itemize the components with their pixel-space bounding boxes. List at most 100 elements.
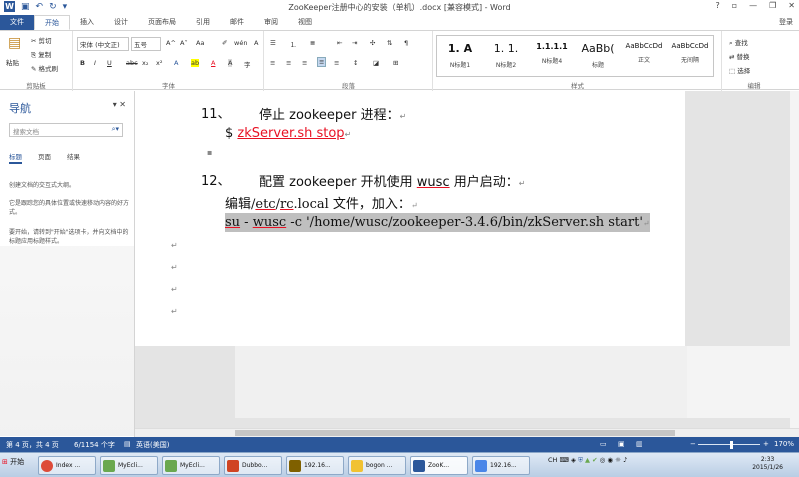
shrink-font-button[interactable]: A˅	[180, 39, 188, 47]
align-center-icon[interactable]: ≡	[286, 59, 291, 67]
tab-insert[interactable]: 插入	[70, 15, 104, 30]
bold-button[interactable]: B	[80, 59, 85, 67]
taskbar-button-active[interactable]: ZooK...	[410, 456, 468, 475]
font-color-button[interactable]: A	[211, 59, 215, 67]
clock[interactable]: 2:33 2015/1/26	[752, 456, 783, 472]
align-right-icon[interactable]: ≡	[302, 59, 307, 67]
highlight-button[interactable]: ab	[191, 59, 200, 67]
replace-button[interactable]: ⇄ 替换	[729, 51, 750, 61]
start-button[interactable]: ⊞ 开始	[2, 457, 24, 467]
multilevel-list-icon[interactable]: ≣	[310, 39, 315, 47]
numbering-icon[interactable]: ⒈	[290, 39, 297, 49]
shading-icon[interactable]: ◪	[373, 59, 379, 67]
style-heading-4[interactable]: 1.1.1.1 N标题4	[529, 36, 575, 76]
style-heading-1[interactable]: 1. A N标题1	[437, 36, 483, 76]
vertical-scrollbar[interactable]	[790, 91, 799, 428]
tray-icon[interactable]: ✔	[592, 456, 597, 464]
pinyin-button[interactable]: wén	[234, 39, 247, 47]
tray-icon[interactable]: ◈	[571, 456, 576, 464]
sort-icon[interactable]: ⇅	[387, 39, 392, 47]
increase-indent-icon[interactable]: ⇥	[352, 39, 357, 47]
volume-icon[interactable]: ♪	[623, 456, 627, 464]
print-layout-icon[interactable]: ▣	[618, 440, 625, 448]
superscript-button[interactable]: x²	[156, 59, 162, 67]
justify-icon[interactable]: ≡	[317, 57, 327, 67]
text-effects-button[interactable]: A	[174, 59, 178, 67]
zoom-level[interactable]: 170%	[774, 440, 794, 448]
minimize-button[interactable]: —	[749, 1, 757, 10]
nav-tab-results[interactable]: 结果	[67, 151, 80, 164]
tab-mailings[interactable]: 邮件	[220, 15, 254, 30]
keyboard-icon[interactable]: ⌨	[560, 456, 569, 464]
search-icon[interactable]: ⌕▾	[112, 125, 119, 134]
distributed-icon[interactable]: ≡	[334, 59, 339, 67]
word-count[interactable]: 6/1154 个字	[74, 440, 115, 450]
tab-home[interactable]: 开始	[34, 15, 70, 30]
zoom-slider-knob[interactable]	[730, 441, 733, 449]
find-button[interactable]: ⌕ 查找	[729, 37, 748, 48]
tray-icon[interactable]: ☼	[615, 456, 621, 464]
zoom-slider[interactable]	[698, 444, 760, 445]
ime-indicator[interactable]: CH	[548, 456, 557, 464]
char-shading-button[interactable]: A	[228, 59, 233, 67]
style-no-spacing[interactable]: AaBbCcDd 无间隔	[667, 36, 713, 76]
select-button[interactable]: ⬚ 选择	[729, 65, 750, 75]
style-title[interactable]: AaBb(标题	[575, 36, 621, 76]
cut-button[interactable]: ✂ 剪切	[31, 35, 52, 45]
web-layout-icon[interactable]: ▥	[636, 440, 643, 448]
style-normal[interactable]: AaBbCcDd 正文	[621, 36, 667, 76]
grow-font-button[interactable]: A^	[166, 39, 176, 47]
nav-tab-headings[interactable]: 标题	[9, 151, 22, 164]
font-size-select[interactable]: 五号	[131, 37, 161, 51]
change-case-button[interactable]: Aa	[196, 39, 204, 47]
show-marks-icon[interactable]: ¶	[404, 39, 408, 47]
italic-button[interactable]: I	[94, 59, 96, 67]
nav-options-icon[interactable]: ▾	[113, 100, 117, 109]
paste-button[interactable]: 粘贴	[6, 57, 19, 67]
zoom-out-icon[interactable]: −	[690, 440, 696, 448]
zoom-in-icon[interactable]: +	[763, 440, 769, 448]
tab-view[interactable]: 视图	[288, 15, 322, 30]
nav-search-input[interactable]: 搜索文档 ⌕▾	[9, 123, 123, 137]
nav-close-icon[interactable]: ✕	[119, 100, 126, 109]
network-icon[interactable]: ▲	[585, 456, 590, 464]
restore-button[interactable]: ❐	[769, 1, 776, 10]
chinese-layout-icon[interactable]: ✣	[370, 39, 375, 47]
line-spacing-icon[interactable]: ↕	[353, 59, 358, 67]
clear-format-button[interactable]: ✐	[222, 39, 227, 47]
style-heading-2[interactable]: 1. 1. N标题2	[483, 36, 529, 76]
taskbar-button[interactable]: 192.16...	[286, 456, 344, 475]
char-border-button[interactable]: A	[254, 39, 258, 47]
help-button[interactable]: ?	[715, 1, 719, 10]
tab-design[interactable]: 设计	[104, 15, 138, 30]
ribbon-display-button[interactable]: ▫	[732, 1, 737, 10]
copy-button[interactable]: ⎘ 复制	[31, 49, 51, 60]
language[interactable]: 英语(美国)	[136, 440, 169, 450]
horizontal-scroll-thumb[interactable]	[235, 430, 675, 436]
decrease-indent-icon[interactable]: ⇤	[337, 39, 342, 47]
taskbar-button[interactable]: Index ...	[38, 456, 96, 475]
tab-page-layout[interactable]: 页面布局	[138, 15, 186, 30]
taskbar-button[interactable]: 192.16...	[472, 456, 530, 475]
enclosed-char-button[interactable]: 字	[244, 59, 251, 69]
document-page[interactable]: 11、 停止 zookeeper 进程：↵ $ zkServer.sh stop…	[135, 91, 685, 346]
font-name-select[interactable]: 宋体 (中文正)	[77, 37, 129, 51]
tray-icon[interactable]: ◎	[600, 456, 606, 464]
read-mode-icon[interactable]: ▭	[600, 440, 607, 448]
strikethrough-button[interactable]: abc	[126, 59, 138, 67]
paste-icon[interactable]: ▤	[8, 35, 21, 51]
tab-file[interactable]: 文件	[0, 15, 34, 30]
format-painter-button[interactable]: ✎ 格式刷	[31, 63, 58, 73]
tab-review[interactable]: 审阅	[254, 15, 288, 30]
align-left-icon[interactable]: ≡	[270, 59, 275, 67]
nav-tab-pages[interactable]: 页面	[38, 151, 51, 164]
page-count[interactable]: 第 4 页，共 4 页	[6, 440, 59, 450]
step-12-command-selected[interactable]: su - wusc -c '/home/wusc/zookeeper-3.4.6…	[225, 213, 650, 232]
subscript-button[interactable]: x₂	[142, 59, 148, 67]
horizontal-scrollbar[interactable]	[135, 428, 799, 437]
taskbar-button[interactable]: MyEcli...	[100, 456, 158, 475]
borders-icon[interactable]: ⊞	[393, 59, 398, 67]
taskbar-button[interactable]: bogon ...	[348, 456, 406, 475]
close-button[interactable]: ✕	[788, 1, 795, 10]
underline-button[interactable]: U	[107, 59, 112, 67]
